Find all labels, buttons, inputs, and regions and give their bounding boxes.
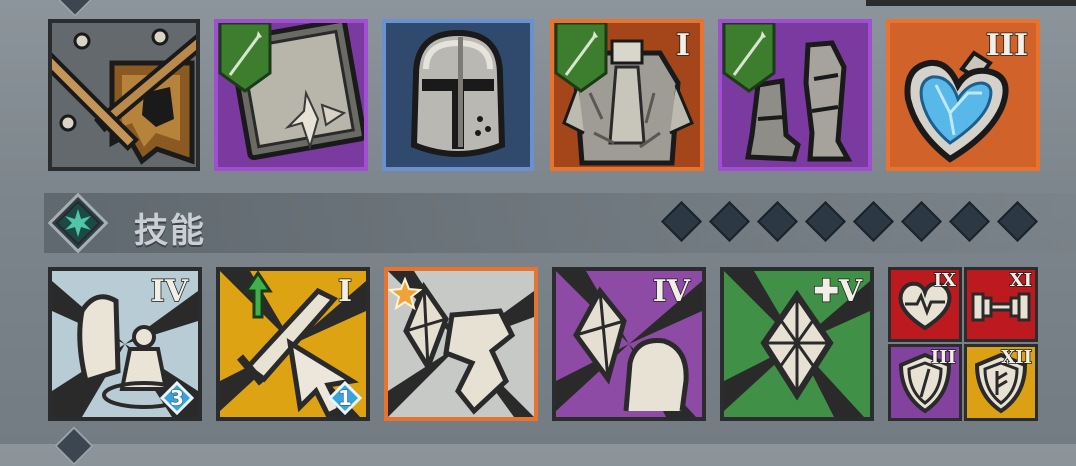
progress-diamond-icon bbox=[756, 200, 799, 243]
skill-level-label: ✚V bbox=[813, 274, 863, 309]
progress-diamond-icon bbox=[900, 200, 943, 243]
skill-count-badge: 3 bbox=[160, 381, 194, 415]
green-flag-icon bbox=[554, 23, 608, 93]
skill-level-label: IV bbox=[150, 274, 189, 309]
progress-diamond-icon bbox=[708, 200, 751, 243]
skill-badge-number: 3 bbox=[169, 385, 184, 410]
helmet-icon bbox=[386, 23, 530, 167]
passive-slot-rune-shield[interactable]: XII bbox=[964, 344, 1038, 421]
banner-icon bbox=[52, 23, 196, 167]
passive-level-label: XII bbox=[1000, 347, 1032, 368]
equipment-slot-helmet[interactable] bbox=[382, 19, 534, 171]
skill-progress-diamonds bbox=[660, 200, 1042, 243]
equipment-slot-shield[interactable] bbox=[214, 19, 368, 171]
skill-badge-number: 1 bbox=[337, 385, 352, 410]
equipment-level-label: III bbox=[985, 28, 1029, 63]
skill-level-label: I bbox=[337, 274, 353, 309]
star-emblem-icon bbox=[47, 192, 109, 254]
skill-slot-crystal[interactable]: ✚V bbox=[720, 267, 874, 421]
skill-slot-crystal-arm[interactable]: IV bbox=[552, 267, 706, 421]
progress-diamond-icon bbox=[804, 200, 847, 243]
top-partial-diamond-icon bbox=[56, 0, 94, 18]
skill-slot-sword[interactable]: I 1 bbox=[216, 267, 370, 421]
green-flag-icon bbox=[218, 23, 272, 93]
progress-diamond-icon bbox=[996, 200, 1039, 243]
skill-slot-crystal-strike[interactable] bbox=[384, 267, 538, 421]
skill-slot-summon[interactable]: IV 3 bbox=[48, 267, 202, 421]
passive-slot-shield[interactable]: III bbox=[888, 344, 962, 421]
passive-level-label: IX bbox=[933, 270, 957, 291]
skills-section-title: 技能 bbox=[134, 211, 206, 251]
star-icon bbox=[388, 277, 422, 311]
passive-level-label: III bbox=[930, 347, 957, 368]
bottom-partial-diamond-icon bbox=[54, 426, 94, 466]
progress-diamond-icon bbox=[852, 200, 895, 243]
equipment-slot-boots[interactable] bbox=[718, 19, 872, 171]
skill-level-label: IV bbox=[652, 274, 691, 309]
equipment-slot-heart-amulet[interactable]: III bbox=[886, 19, 1040, 171]
equipment-level-label: I bbox=[675, 28, 691, 63]
top-right-partial-frame bbox=[866, 0, 1076, 6]
passive-slot-heart[interactable]: IX bbox=[888, 267, 962, 342]
passive-level-label: XI bbox=[1009, 270, 1033, 291]
green-flag-icon bbox=[722, 23, 776, 93]
skill-count-badge: 1 bbox=[328, 381, 362, 415]
equipment-slot-armor[interactable]: I bbox=[550, 19, 704, 171]
progress-diamond-icon bbox=[660, 200, 703, 243]
progress-diamond-icon bbox=[948, 200, 991, 243]
passive-slot-dumbbell[interactable]: XI bbox=[964, 267, 1038, 342]
equipment-slot-banner[interactable] bbox=[48, 19, 200, 171]
